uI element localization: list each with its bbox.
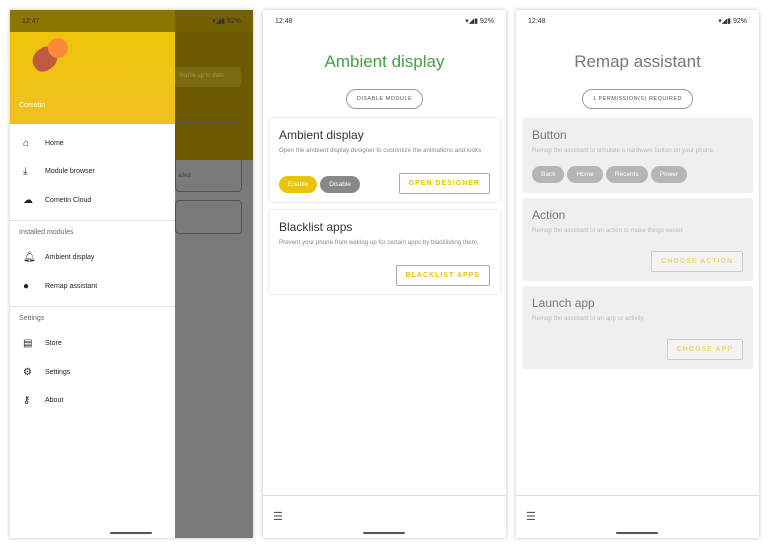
wifi-icon: ▾◢▮: [212, 18, 227, 25]
battery: 92%: [479, 18, 494, 25]
card-title: Button: [532, 128, 567, 142]
gesture-handle[interactable]: [110, 532, 152, 534]
page-title: Remap assistant: [574, 52, 701, 71]
phone-drawer: You're up to date alled Cometin ⌂ Home ⤓ M…: [10, 10, 253, 538]
card-title: Launch app: [532, 296, 595, 310]
label: About: [45, 397, 64, 405]
battery: 92%: [732, 18, 747, 25]
gear-icon: ⚙: [23, 366, 32, 378]
drawer-item-store[interactable]: ▤ Store: [10, 330, 175, 359]
section-settings: Settings: [10, 305, 175, 330]
power-chip[interactable]: Power: [650, 166, 688, 184]
update-status: You're up to date: [175, 67, 241, 87]
wifi-icon: ▾◢▮: [465, 18, 480, 25]
label: Settings: [45, 368, 71, 376]
home-chip[interactable]: Home: [567, 166, 603, 184]
open-designer-button[interactable]: OPEN DESIGNER: [398, 173, 490, 194]
drawer-item-module-browser[interactable]: ⤓ Module browser: [10, 158, 175, 187]
battery: 92%: [226, 18, 241, 25]
logo-flame: [48, 38, 68, 58]
page-title: Ambient display: [324, 52, 445, 71]
phone-remap: 12:48 ▾◢▮ 92% Remap assistant 1 PERMISSIO…: [516, 10, 759, 538]
drawer-item-about[interactable]: ⚷ About: [10, 387, 175, 416]
card-title: Blacklist apps: [279, 220, 353, 234]
bottom-bar: ☰: [263, 495, 506, 538]
section-installed-modules: Installed modules: [10, 219, 175, 244]
back-chip[interactable]: Back: [532, 166, 565, 184]
time: 12:48: [275, 17, 293, 25]
installed-card: alled: [175, 122, 242, 192]
enable-button[interactable]: Enable: [279, 176, 318, 193]
status-bar: 12:48 ▾◢▮ 92%: [516, 10, 759, 32]
choose-action-button[interactable]: CHOOSE ACTION: [651, 251, 743, 272]
gesture-handle[interactable]: [363, 532, 405, 534]
assistant-icon: ●: [23, 280, 30, 292]
download-icon: ⤓: [23, 166, 28, 178]
menu-icon[interactable]: ☰: [273, 510, 283, 523]
card-description: Remap the assistant to simulate a hardwa…: [532, 147, 715, 154]
recents-chip[interactable]: Recents: [605, 166, 648, 184]
card-description: Prevent your phone from waking up for ce…: [279, 239, 479, 246]
key-icon: ⚷: [23, 395, 31, 407]
drawer-item-settings[interactable]: ⚙ Settings: [10, 358, 175, 387]
drawer-item-cometin-cloud[interactable]: ☁ Cometin Cloud: [10, 186, 175, 215]
bottom-bar: ☰: [516, 495, 759, 538]
drawer-item-ambient-display[interactable]: 🔔︎ Ambient display: [10, 244, 175, 273]
label: Store: [45, 340, 62, 348]
gesture-handle[interactable]: [616, 532, 658, 534]
nav-drawer: Cometin ⌂ Home ⤓ Module browser ☁ Cometin C…: [10, 10, 175, 538]
button-card: Button Remap the assistant to simulate a…: [522, 118, 753, 193]
card-title: Ambient display: [279, 128, 364, 142]
card-title: Action: [532, 208, 566, 222]
status-bar: 12:47 ▾◢▮ 92%: [10, 10, 253, 32]
label: Module browser: [45, 168, 95, 176]
drawer-item-remap-assistant[interactable]: ● Remap assistant: [10, 272, 175, 301]
disable-button[interactable]: Disable: [320, 176, 360, 193]
status-bar: 12:48 ▾◢▮ 92%: [263, 10, 506, 32]
card-description: Open the ambient display designer to cus…: [279, 147, 482, 154]
wifi-icon: ▾◢▮: [718, 18, 733, 25]
app-name: Cometin: [19, 102, 46, 109]
label: Remap assistant: [45, 282, 98, 290]
permissions-required-button[interactable]: 1 PERMISSION(S) REQUIRED: [581, 89, 693, 109]
time: 12:48: [528, 17, 546, 25]
disable-module-button[interactable]: DISABLE MODULE: [345, 89, 424, 109]
card-description: Remap the assistant to an action to make…: [532, 227, 685, 234]
launch-app-card: Launch app Remap the assistant to an app…: [522, 286, 753, 369]
menu-icon[interactable]: ☰: [526, 510, 536, 523]
home-icon: ⌂: [23, 137, 30, 149]
choose-app-button[interactable]: CHOOSE APP: [666, 339, 743, 360]
label: Home: [45, 139, 64, 147]
card-description: Remap the assistant to an app or activit…: [532, 315, 646, 322]
drawer-item-home[interactable]: ⌂ Home: [10, 129, 175, 158]
store-icon: ▤: [23, 338, 33, 350]
ambient-display-card: Ambient display Open the ambient display…: [269, 118, 500, 202]
label: Ambient display: [45, 254, 95, 262]
blacklist-apps-button[interactable]: BLACKLIST APPS: [395, 265, 490, 286]
time: 12:47: [22, 17, 40, 25]
action-card: Action Remap the assistant to an action …: [522, 198, 753, 281]
bell-icon: 🔔︎: [23, 252, 36, 264]
label: Cometin Cloud: [45, 196, 92, 204]
phone-ambient: 12:48 ▾◢▮ 92% Ambient display DISABLE MOD…: [263, 10, 506, 538]
cloud-off-icon: ☁: [23, 194, 33, 206]
blacklist-apps-card: Blacklist apps Prevent your phone from w…: [269, 210, 500, 294]
